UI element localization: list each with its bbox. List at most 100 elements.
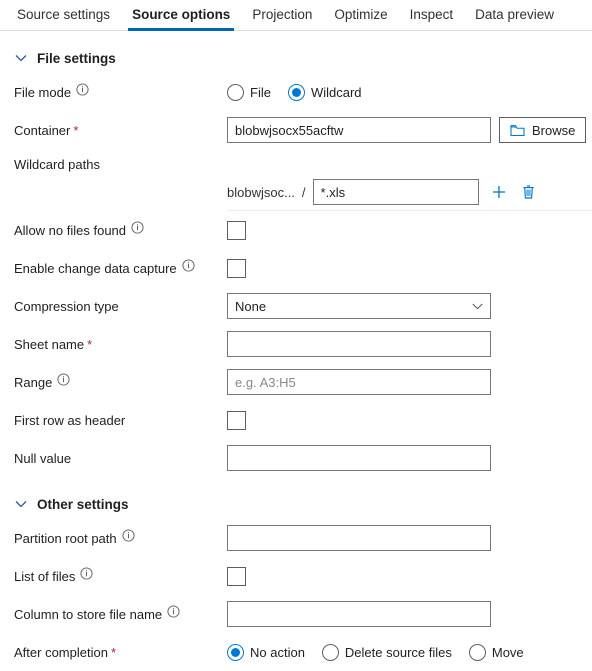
wildcard-path-item: blobwjsoc... /	[227, 179, 539, 205]
control-column-to-store-file-name	[227, 601, 592, 627]
compression-type-value: None	[235, 298, 267, 314]
radio-dot	[321, 643, 339, 661]
radio-group-file-mode: File Wildcard	[227, 83, 362, 101]
checkbox-list-of-files[interactable]	[227, 566, 246, 586]
radio-dot	[227, 83, 244, 101]
required-asterisk: *	[73, 122, 79, 138]
tab-inspect[interactable]: Inspect	[399, 0, 465, 30]
label-file-mode: File mode	[14, 82, 227, 100]
label-container: Container *	[14, 122, 79, 138]
checkbox-enable-change-data-capture[interactable]	[227, 258, 246, 278]
label-compression-type: Compression type	[14, 298, 119, 314]
info-icon[interactable]	[57, 372, 70, 386]
label-partition-root-path: Partition root path	[14, 528, 227, 546]
tab-label: Source settings	[17, 7, 111, 22]
section-header-other-settings[interactable]: Other settings	[14, 491, 592, 517]
row-enable-change-data-capture: Enable change data capture	[0, 249, 592, 287]
row-null-value: Null value	[0, 439, 592, 477]
tab-data-preview[interactable]: Data preview	[464, 0, 565, 30]
radio-dot	[287, 83, 305, 101]
trash-icon[interactable]	[519, 182, 539, 202]
tab-label: Inspect	[409, 7, 454, 22]
label-wildcard-paths: Wildcard paths	[14, 156, 100, 172]
control-list-of-files	[227, 566, 592, 586]
control-after-completion: No action Delete source files Move	[227, 643, 592, 661]
radio-after-completion-no-action[interactable]: No action	[227, 643, 305, 661]
null-value-input[interactable]	[227, 445, 491, 471]
row-first-row-as-header: First row as header	[0, 401, 592, 439]
range-input[interactable]	[227, 369, 491, 395]
radio-label: File	[250, 84, 271, 100]
tab-source-settings[interactable]: Source settings	[6, 0, 121, 30]
control-wildcard-path: blobwjsoc... /	[227, 179, 592, 205]
info-icon[interactable]	[182, 258, 195, 272]
radio-label: No action	[250, 644, 305, 660]
chevron-down-icon	[14, 497, 28, 511]
label-after-completion: After completion *	[14, 644, 116, 660]
section-title: File settings	[37, 50, 116, 66]
row-column-to-store-file-name: Column to store file name	[0, 595, 592, 633]
tab-label: Optimize	[334, 7, 388, 22]
column-to-store-file-name-input[interactable]	[227, 601, 491, 627]
radio-dot	[227, 643, 244, 661]
control-range	[227, 369, 592, 395]
row-wildcard-paths: Wildcard paths	[0, 149, 592, 177]
control-first-row-as-header	[227, 410, 592, 430]
info-icon[interactable]	[80, 566, 93, 580]
control-compression-type: None	[227, 293, 592, 319]
wildcard-path-input[interactable]	[312, 179, 479, 205]
row-allow-no-files-found: Allow no files found	[0, 211, 592, 249]
label-first-row-as-header: First row as header	[14, 412, 126, 428]
tab-label: Source options	[132, 7, 231, 22]
section-title: Other settings	[37, 496, 129, 512]
row-range: Range	[0, 363, 592, 401]
tab-projection[interactable]: Projection	[241, 0, 323, 30]
radio-after-completion-delete-source-files[interactable]: Delete source files	[321, 643, 452, 661]
plus-icon[interactable]	[489, 182, 509, 202]
tab-label: Data preview	[475, 7, 554, 22]
control-sheet-name	[227, 331, 592, 357]
info-icon[interactable]	[122, 528, 135, 542]
control-null-value	[227, 445, 592, 471]
info-icon[interactable]	[76, 82, 89, 96]
container-input[interactable]	[227, 117, 491, 143]
required-asterisk: *	[87, 336, 93, 352]
chevron-down-icon	[14, 51, 28, 65]
label-list-of-files: List of files	[14, 566, 227, 584]
compression-type-dropdown[interactable]: None	[227, 293, 491, 319]
label-allow-no-files-found: Allow no files found	[14, 220, 227, 238]
row-wildcard-path-entry: blobwjsoc... /	[0, 177, 592, 207]
control-container: Browse	[227, 117, 592, 143]
sheet-name-input[interactable]	[227, 331, 491, 357]
radio-after-completion-move[interactable]: Move	[468, 643, 524, 661]
label-null-value: Null value	[14, 450, 72, 466]
wildcard-separator: /	[301, 184, 306, 200]
tab-source-options[interactable]: Source options	[121, 0, 241, 31]
checkbox-first-row-as-header[interactable]	[227, 410, 246, 430]
checkbox-allow-no-files-found[interactable]	[227, 220, 246, 240]
row-after-completion: After completion * No action Delete sour…	[0, 633, 592, 671]
radio-dot	[468, 643, 486, 661]
radio-file-mode-file[interactable]: File	[227, 83, 271, 101]
wildcard-container-prefix: blobwjsoc...	[227, 184, 295, 200]
info-icon[interactable]	[167, 604, 180, 618]
radio-file-mode-wildcard[interactable]: Wildcard	[287, 83, 362, 101]
chevron-down-icon	[471, 300, 483, 312]
label-range: Range	[14, 372, 227, 390]
row-list-of-files: List of files	[0, 557, 592, 595]
tab-optimize[interactable]: Optimize	[323, 0, 398, 30]
tab-bar: Source settings Source options Projectio…	[0, 0, 592, 31]
radio-group-after-completion: No action Delete source files Move	[227, 643, 524, 661]
row-container: Container * Browse	[0, 111, 592, 149]
row-sheet-name: Sheet name *	[0, 325, 592, 363]
label-column-to-store-file-name: Column to store file name	[14, 604, 227, 622]
radio-label: Delete source files	[344, 644, 452, 660]
section-header-file-settings[interactable]: File settings	[14, 45, 592, 71]
radio-label: Move	[491, 644, 524, 660]
control-allow-no-files-found	[227, 220, 592, 240]
label-sheet-name: Sheet name *	[14, 336, 93, 352]
browse-button[interactable]: Browse	[499, 117, 587, 143]
source-options-form: File settings File mode File Wildcard Co…	[0, 31, 592, 671]
partition-root-path-input[interactable]	[227, 525, 491, 551]
info-icon[interactable]	[131, 220, 144, 234]
